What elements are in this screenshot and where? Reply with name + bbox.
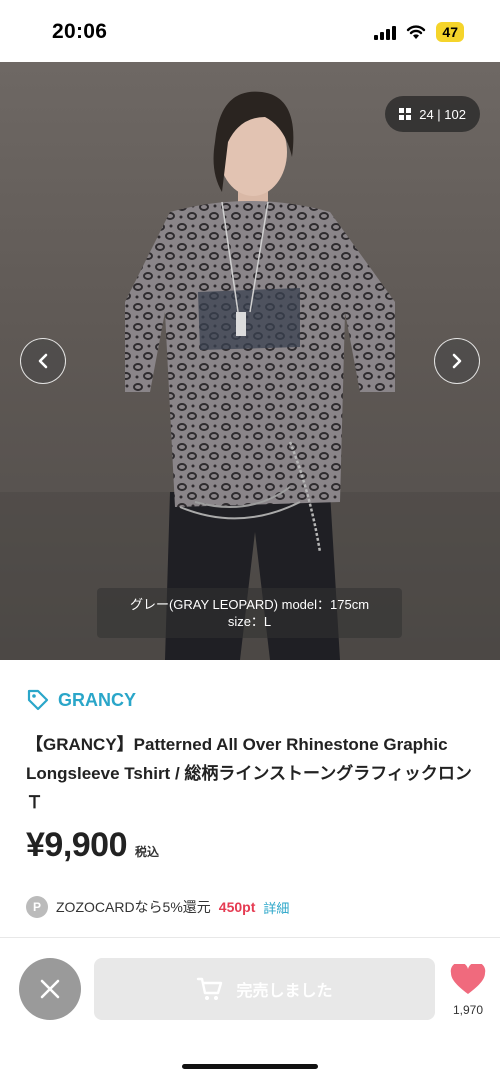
product-price: ¥9,900 xyxy=(26,826,128,864)
signal-icon xyxy=(374,24,397,40)
sold-out-label: 完売しました xyxy=(236,983,333,1000)
favorite-count: 1,970 xyxy=(452,1003,484,1017)
favorite-button[interactable]: 1,970 xyxy=(446,962,490,1017)
wifi-icon xyxy=(407,25,426,39)
points-value: 450pt xyxy=(218,899,256,915)
grid-icon xyxy=(399,108,412,120)
previous-image-button[interactable] xyxy=(20,338,66,384)
image-counter[interactable]: 24 | 102 xyxy=(385,96,480,132)
image-counter-text: 24 | 102 xyxy=(419,106,466,122)
tax-label: 税込 xyxy=(135,845,160,859)
tag-icon xyxy=(27,689,49,711)
cart-icon xyxy=(197,977,223,1000)
heart-icon xyxy=(450,962,486,994)
close-icon xyxy=(40,979,60,999)
product-image-gallery[interactable]: 24 | 102 グレー(GRAY LEOPARD) model：175cm s… xyxy=(0,62,500,660)
next-image-button[interactable] xyxy=(434,338,480,384)
image-caption: グレー(GRAY LEOPARD) model：175cm size：L xyxy=(97,588,402,638)
points-badge-icon: P xyxy=(26,896,48,918)
sold-out-button[interactable]: 完売しました xyxy=(94,958,435,1020)
divider xyxy=(0,937,500,938)
status-icons: 47 xyxy=(374,22,464,42)
home-indicator xyxy=(182,1064,318,1069)
close-button[interactable] xyxy=(19,958,81,1020)
points-row: P ZOZOCARDなら5%還元 450pt 詳細 xyxy=(26,896,289,918)
caption-line-1: グレー(GRAY LEOPARD) model：175cm xyxy=(129,597,370,612)
status-bar: 20:06 47 xyxy=(0,0,500,62)
brand-name: GRANCY xyxy=(58,689,137,710)
product-photo xyxy=(0,91,500,660)
battery-indicator: 47 xyxy=(436,22,464,42)
price-row: ¥9,900 税込 xyxy=(26,826,159,865)
points-details-link[interactable]: 詳細 xyxy=(263,898,289,917)
chevron-left-icon xyxy=(38,353,48,369)
status-time: 20:06 xyxy=(52,20,108,43)
points-text: ZOZOCARDなら5%還元 xyxy=(56,899,211,915)
brand-link[interactable]: GRANCY xyxy=(26,688,136,712)
product-title: 【GRANCY】Patterned All Over Rhinestone Gr… xyxy=(26,735,472,812)
caption-line-2: size：L xyxy=(227,614,272,629)
chevron-right-icon xyxy=(452,353,462,369)
